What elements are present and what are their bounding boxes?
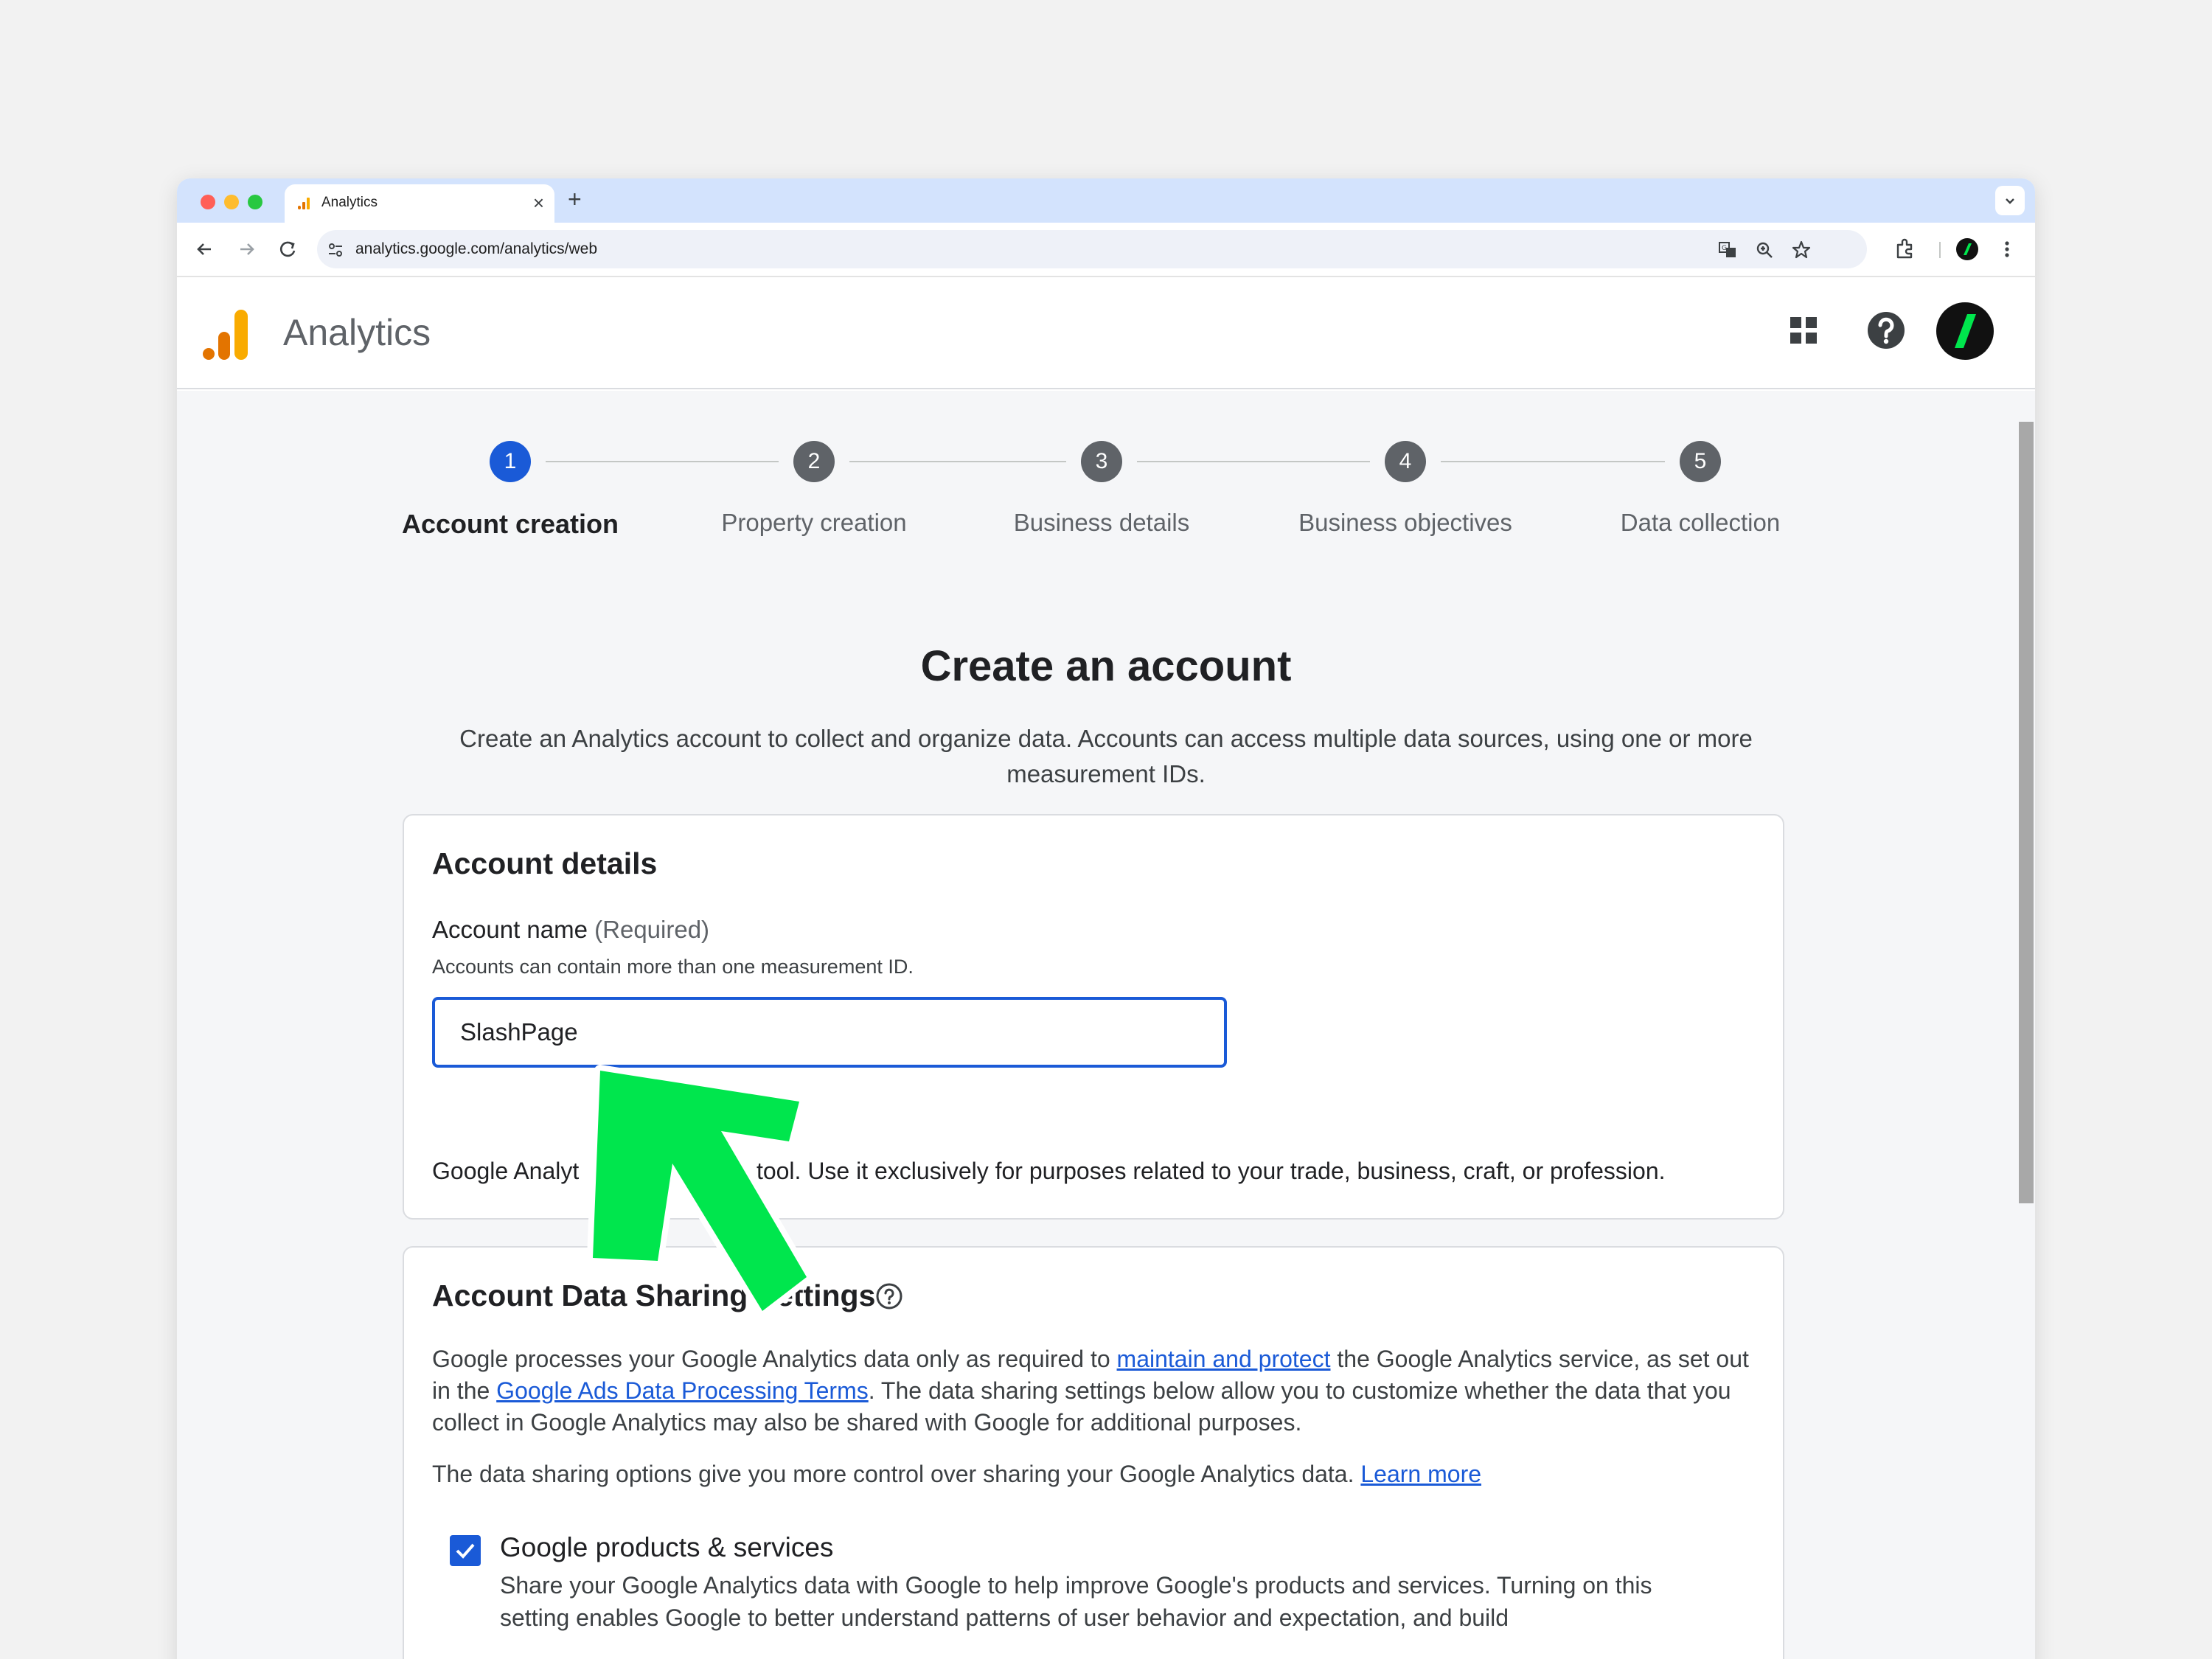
toolbar-divider — [1939, 242, 1941, 258]
browser-menu-icon[interactable] — [1995, 237, 2019, 261]
address-bar[interactable]: analytics.google.com/analytics/web G — [317, 230, 1867, 268]
browser-window: Analytics × + analytics.google.com/analy… — [177, 178, 2035, 1659]
analytics-favicon-icon — [298, 198, 310, 209]
maximize-window-button[interactable] — [248, 195, 262, 209]
step-1-indicator: 1 — [490, 441, 531, 482]
para-text: The data sharing options give you more c… — [432, 1461, 1361, 1487]
step-3-label: Business details — [1013, 509, 1190, 536]
account-name-input[interactable] — [432, 997, 1227, 1068]
required-marker: (Required) — [594, 916, 710, 943]
usage-note-start: Google Analyt — [432, 1158, 580, 1184]
account-name-label: Account name (Required) — [432, 916, 709, 944]
step-3-indicator: 3 — [1081, 441, 1122, 482]
new-tab-button[interactable]: + — [568, 186, 582, 212]
slash-logo-icon — [1955, 314, 1976, 348]
step-4-indicator: 4 — [1385, 441, 1426, 482]
browser-tab[interactable]: Analytics × — [285, 184, 554, 223]
step-connector — [849, 461, 1066, 462]
apps-grid-icon[interactable] — [1781, 308, 1826, 352]
step-connector — [1441, 461, 1665, 462]
help-icon[interactable] — [1864, 308, 1908, 352]
google-products-title: Google products & services — [500, 1532, 834, 1562]
zoom-icon[interactable] — [1755, 240, 1774, 260]
learn-more-link[interactable]: Learn more — [1360, 1461, 1481, 1487]
maintain-protect-link[interactable]: maintain and protect — [1117, 1346, 1331, 1372]
step-2-label: Property creation — [721, 509, 907, 536]
account-avatar[interactable] — [1936, 302, 1994, 360]
app-header: Analytics — [177, 279, 2035, 389]
card-title: Account Data Sharing Settings — [432, 1279, 876, 1312]
usage-note-end: s tool. Use it exclusively for purposes … — [738, 1158, 1666, 1184]
tab-close-icon[interactable]: × — [533, 192, 544, 214]
analytics-logo-icon[interactable] — [202, 308, 251, 361]
step-2-indicator: 2 — [793, 441, 835, 482]
data-processing-paragraph: Google processes your Google Analytics d… — [432, 1343, 1759, 1439]
checkmark-icon — [456, 1543, 475, 1559]
browser-toolbar: analytics.google.com/analytics/web G — [177, 223, 2035, 277]
step-5-label: Data collection — [1620, 509, 1781, 536]
chevron-down-icon — [2006, 198, 2014, 204]
profile-avatar-icon[interactable] — [1955, 237, 1979, 261]
site-info-icon[interactable] — [326, 240, 345, 260]
step-connector — [1137, 461, 1370, 462]
usage-note: Google Analyt a s tool. Use it exclusively… — [432, 1158, 1666, 1185]
data-sharing-card: Account Data Sharing Settings Google pro… — [403, 1246, 1784, 1659]
field-label-text: Account name — [432, 916, 588, 943]
para-text: Google processes your Google Analytics d… — [432, 1346, 1117, 1372]
svg-text:G: G — [1722, 245, 1727, 252]
extensions-icon[interactable] — [1893, 237, 1917, 261]
app-name: Analytics — [283, 312, 431, 353]
reload-icon[interactable] — [274, 236, 301, 262]
google-products-checkbox[interactable] — [450, 1535, 481, 1566]
url-text[interactable]: analytics.google.com/analytics/web — [355, 240, 597, 258]
page-title: Create an account — [920, 642, 1292, 690]
minimize-window-button[interactable] — [224, 195, 239, 209]
setup-stepper: 1 2 3 4 5 Account creation Property crea… — [177, 391, 2035, 553]
ads-data-processing-terms-link[interactable]: Google Ads Data Processing Terms — [496, 1377, 869, 1404]
account-details-card: Account details Account name (Required) … — [403, 814, 1784, 1220]
back-icon[interactable] — [192, 236, 218, 262]
usage-note-mid: a — [653, 1158, 667, 1184]
tab-strip: Analytics × + — [177, 178, 2035, 223]
google-products-description: Share your Google Analytics data with Go… — [500, 1572, 1652, 1631]
account-name-hint: Accounts can contain more than one measu… — [432, 956, 914, 978]
sharing-options-paragraph: The data sharing options give you more c… — [432, 1458, 1759, 1490]
step-connector — [546, 461, 779, 462]
main-content: 1 2 3 4 5 Account creation Property crea… — [177, 391, 2035, 1659]
step-4-label: Business objectives — [1298, 509, 1512, 536]
tab-search-button[interactable] — [1995, 186, 2025, 215]
help-circle-icon[interactable] — [874, 1281, 904, 1311]
step-1-label: Account creation — [401, 509, 619, 539]
translate-icon[interactable]: G — [1718, 240, 1737, 260]
tab-title: Analytics — [321, 195, 378, 210]
card-title: Account details — [432, 846, 658, 880]
bookmark-star-icon[interactable] — [1792, 240, 1811, 260]
step-5-indicator: 5 — [1680, 441, 1721, 482]
forward-icon[interactable] — [233, 236, 260, 262]
close-window-button[interactable] — [201, 195, 215, 209]
page-description: Create an Analytics account to collect a… — [459, 725, 1753, 787]
